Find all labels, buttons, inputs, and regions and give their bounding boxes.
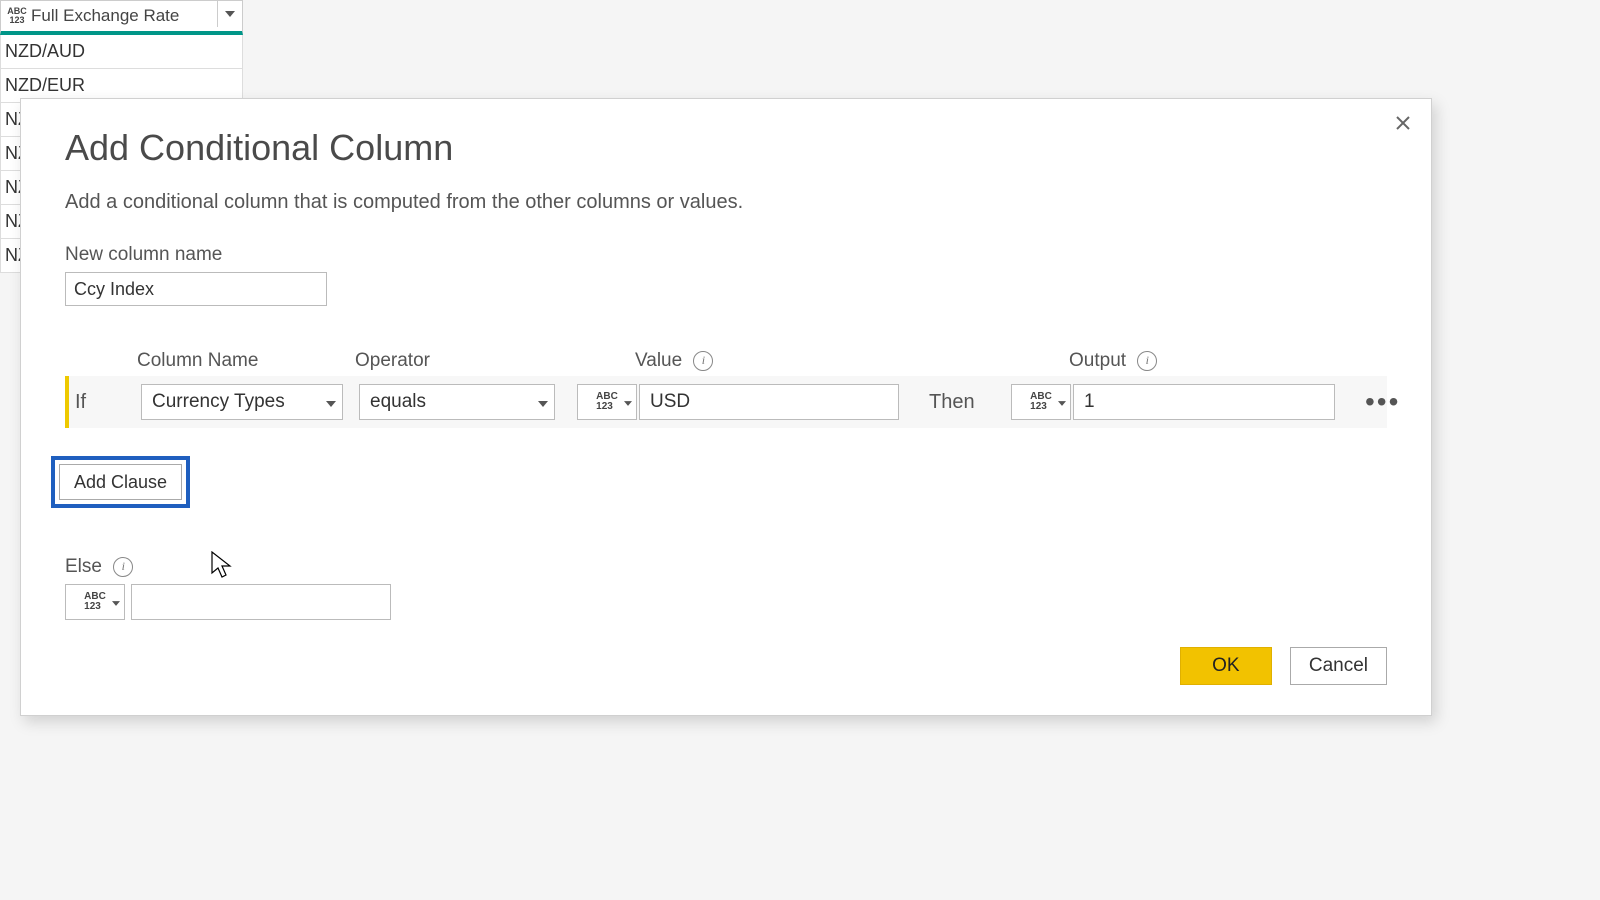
then-label: Then	[929, 391, 989, 414]
column-filter-dropdown[interactable]	[217, 1, 242, 27]
dialog-footer: OK Cancel	[1180, 647, 1387, 685]
clause-row: If Currency Types equals ABC	[65, 376, 1387, 428]
add-clause-button[interactable]: Add Clause	[59, 464, 182, 500]
column-name-dropdown[interactable]: Currency Types	[141, 384, 343, 420]
column-type-icon: ABC 123	[1, 7, 31, 25]
clause-more-menu[interactable]: •••	[1365, 386, 1403, 418]
info-icon[interactable]: i	[1137, 351, 1157, 371]
else-type-dropdown[interactable]: ABC 123	[65, 584, 125, 620]
else-value-input[interactable]	[131, 584, 391, 620]
ok-button[interactable]: OK	[1180, 647, 1272, 685]
column-header-label: Full Exchange Rate	[31, 6, 179, 26]
column-header[interactable]: ABC 123 Full Exchange Rate	[0, 0, 243, 35]
info-icon[interactable]: i	[693, 351, 713, 371]
table-row[interactable]: NZD/AUD	[0, 35, 243, 69]
value-input[interactable]	[639, 384, 899, 420]
header-output: Output	[1069, 350, 1126, 371]
output-type-dropdown[interactable]: ABC 123	[1011, 384, 1071, 420]
cancel-button[interactable]: Cancel	[1290, 647, 1387, 685]
operator-dropdown[interactable]: equals	[359, 384, 555, 420]
dialog-description: Add a conditional column that is compute…	[65, 191, 1387, 214]
clause-header-row: Column Name Operator Value i Output i	[65, 344, 1387, 372]
if-label: If	[69, 391, 141, 414]
new-column-name-label: New column name	[65, 244, 1387, 266]
new-column-name-input[interactable]	[65, 272, 327, 306]
output-input[interactable]	[1073, 384, 1335, 420]
add-clause-highlight: Add Clause	[51, 456, 190, 508]
info-icon[interactable]: i	[113, 557, 133, 577]
header-value: Value	[635, 350, 682, 371]
add-conditional-column-dialog: Add Conditional Column Add a conditional…	[20, 98, 1432, 716]
close-button[interactable]	[1389, 109, 1417, 137]
header-column-name: Column Name	[137, 350, 339, 372]
header-operator: Operator	[355, 350, 551, 372]
dialog-title: Add Conditional Column	[65, 127, 1387, 169]
else-label: Else i	[65, 556, 1387, 578]
value-type-dropdown[interactable]: ABC 123	[577, 384, 637, 420]
